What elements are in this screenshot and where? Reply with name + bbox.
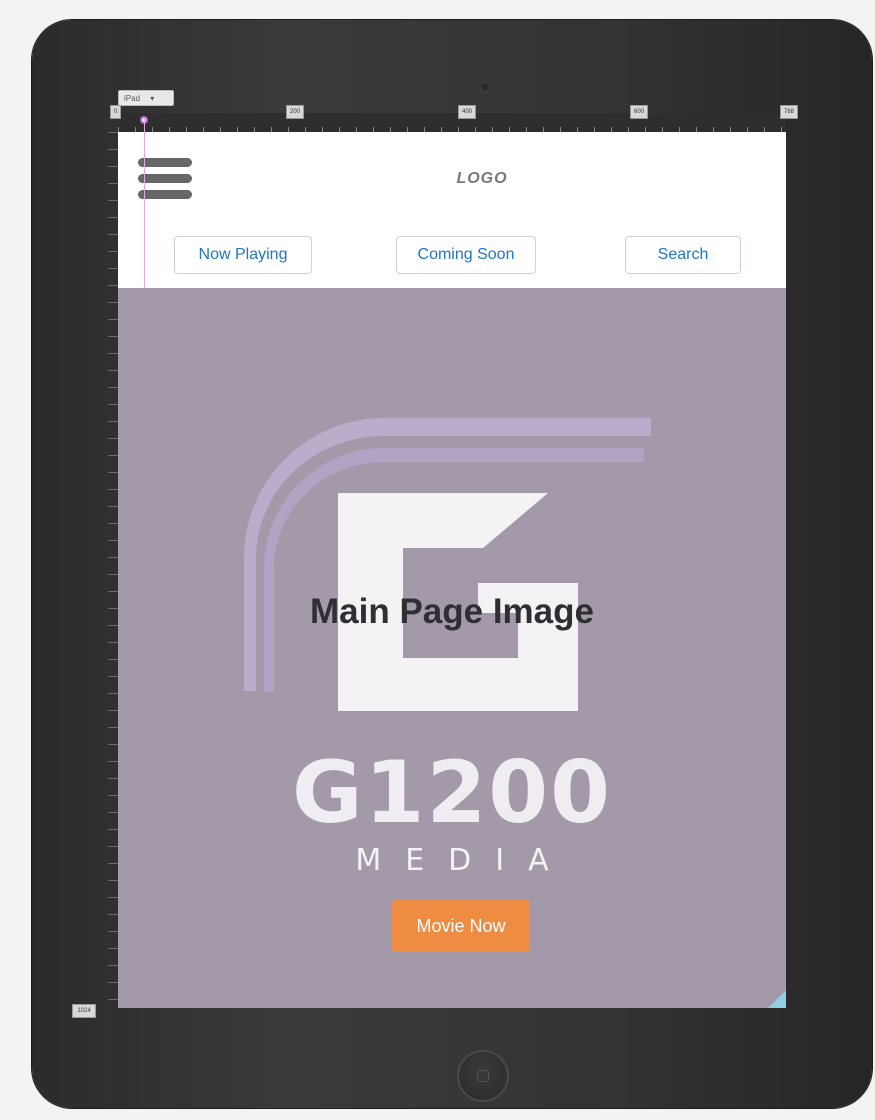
main-page-image: Main Page Image G1200 MEDIA Movie Now xyxy=(118,288,786,1008)
resize-grip-icon[interactable] xyxy=(768,990,786,1008)
logo-text: LOGO xyxy=(456,170,508,187)
ipad-screen: LOGO Now Playing Coming Soon Search Main… xyxy=(118,132,786,1008)
now-playing-button[interactable]: Now Playing xyxy=(174,236,312,274)
ruler-mark-600: 600 xyxy=(630,105,649,119)
coming-soon-button[interactable]: Coming Soon xyxy=(396,236,536,274)
brand-subtitle: MEDIA xyxy=(355,843,573,878)
horizontal-ruler: 0 200 400 600 768 xyxy=(110,105,799,133)
main-image-label: Main Page Image xyxy=(310,592,594,631)
ruler-mark-768: 768 xyxy=(780,105,799,119)
search-button[interactable]: Search xyxy=(625,236,741,274)
vertical-ruler xyxy=(108,132,118,1008)
height-tag: 1024 xyxy=(72,1004,96,1018)
device-select[interactable]: iPad ▾ xyxy=(118,90,174,106)
chevron-down-icon: ▾ xyxy=(150,94,155,103)
home-button-icon[interactable] xyxy=(457,1050,509,1102)
ruler-mark-200: 200 xyxy=(286,105,305,119)
guide-line xyxy=(144,118,145,288)
ruler-mark-0: 0 xyxy=(110,105,122,119)
ruler-mark-400: 400 xyxy=(458,105,477,119)
movie-now-button[interactable]: Movie Now xyxy=(392,900,530,952)
brand-wordmark: G1200 xyxy=(292,743,612,843)
camera-icon xyxy=(479,81,491,93)
device-select-label: iPad xyxy=(124,94,141,103)
